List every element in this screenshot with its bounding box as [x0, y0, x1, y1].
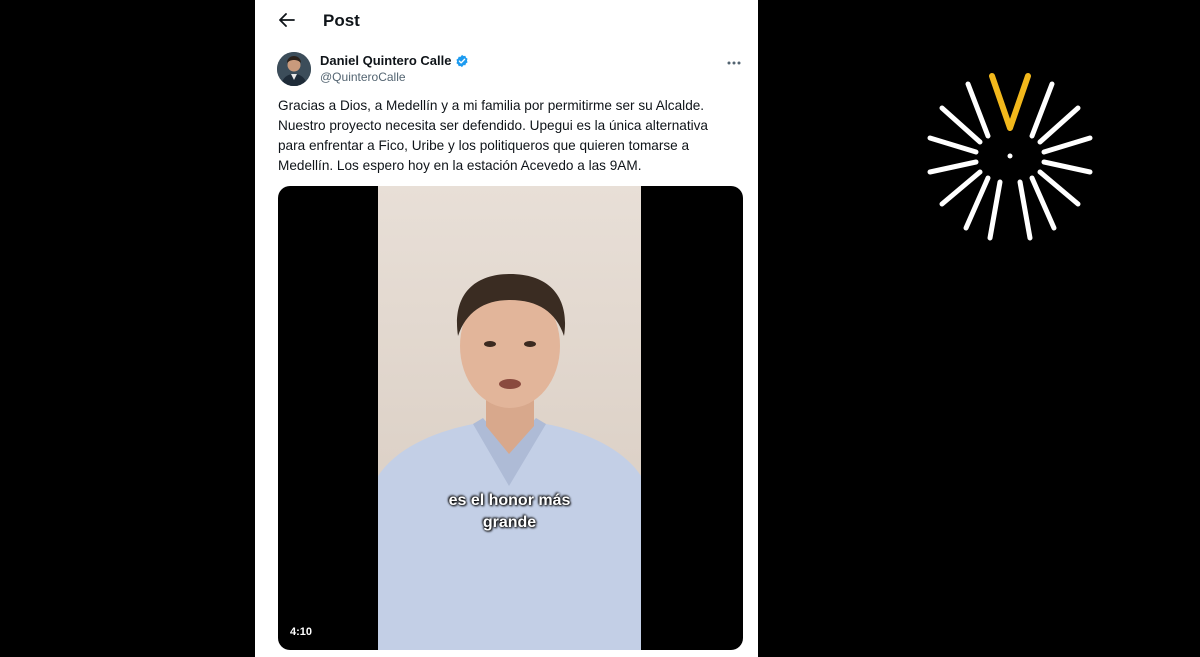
logo-ray: [1041, 159, 1093, 175]
logo-ray: [965, 81, 991, 139]
brand-logo: [927, 73, 1093, 241]
back-button[interactable]: [277, 10, 297, 30]
logo-ray: [927, 135, 979, 155]
page-title: Post: [323, 11, 360, 30]
arrow-left-icon: [279, 13, 295, 27]
logo-ray: [963, 175, 991, 231]
subtitle-line-2: grande: [482, 514, 537, 531]
logo-ray: [939, 169, 983, 207]
logo-ray: [939, 105, 983, 145]
author-name[interactable]: Daniel Quintero Calle: [320, 53, 451, 68]
author-handle[interactable]: @QuinteroCalle: [320, 70, 406, 84]
avatar[interactable]: [277, 52, 311, 86]
video-player[interactable]: es el honor más grande 4:10: [278, 186, 743, 650]
more-options-button[interactable]: [724, 52, 744, 68]
logo-ray: [1037, 169, 1081, 207]
author-name-row[interactable]: Daniel Quintero Calle: [320, 53, 469, 68]
post-header: Post: [255, 0, 758, 42]
video-frame: es el honor más grande: [378, 186, 641, 650]
post-panel: Post Daniel Quintero Calle @QuinteroCall…: [255, 0, 758, 657]
video-person-image: [378, 274, 641, 650]
post-text: Gracias a Dios, a Medellín y a mi famili…: [278, 98, 708, 173]
more-dots-icon: [727, 61, 741, 65]
video-duration: 4:10: [290, 626, 313, 638]
verified-badge-icon: [456, 54, 469, 67]
logo-ray: [1017, 179, 1033, 241]
logo-ray: [1029, 81, 1055, 139]
logo-ray: [987, 179, 1003, 241]
video-subtitle: es el honor más grande: [378, 490, 641, 534]
logo-ray: [927, 159, 979, 175]
subtitle-line-1: es el honor más: [448, 492, 571, 509]
avatar-image: [277, 52, 311, 86]
logo-ray: [1037, 105, 1081, 145]
logo-v-mark: [989, 73, 1031, 131]
logo-ray: [1041, 135, 1093, 155]
logo-ray: [1029, 175, 1057, 231]
